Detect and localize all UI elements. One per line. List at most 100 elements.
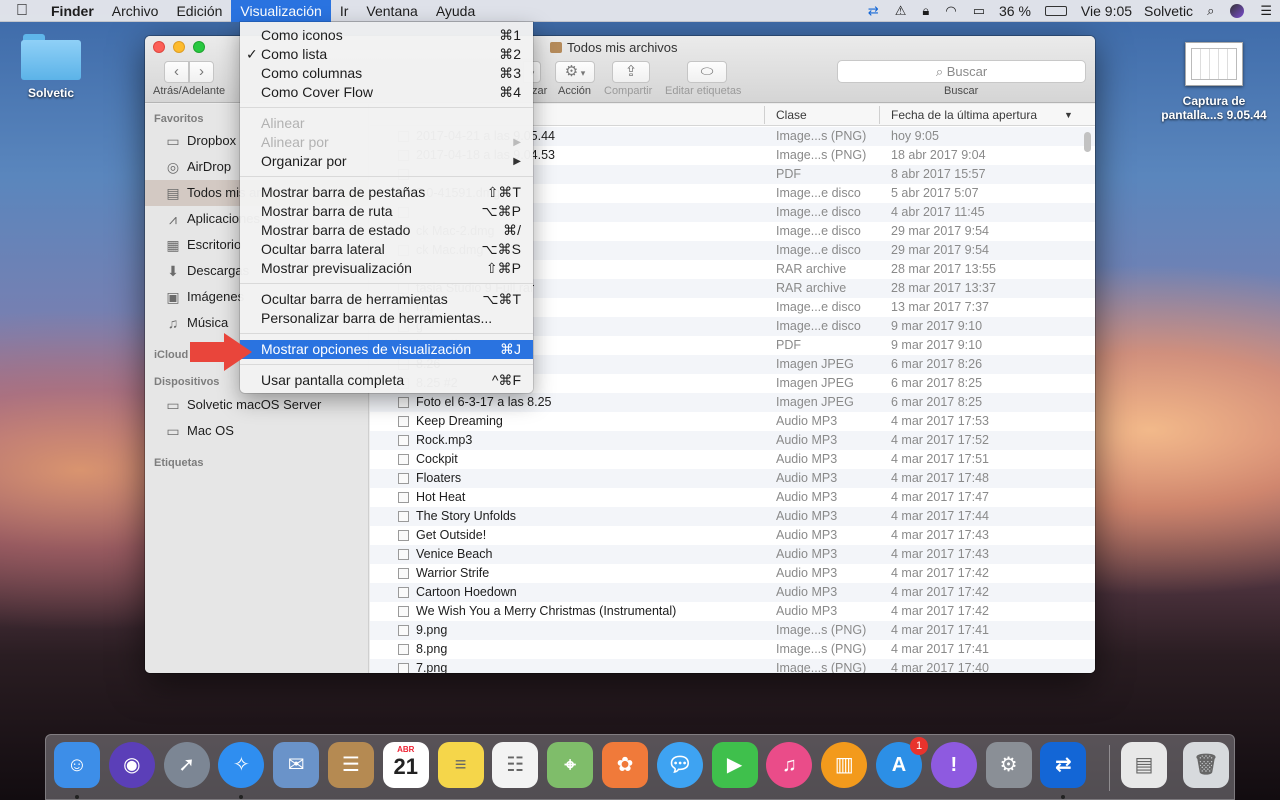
table-row[interactable]: Foto el 6-3-17 a las 8.25 Imagen JPEG 6 ma…	[370, 393, 1095, 412]
calendar-icon[interactable]: ABR 21	[382, 742, 429, 788]
file-icon	[398, 587, 409, 598]
wifi-icon[interactable]: ◠	[945, 3, 956, 19]
file-kind: Image...e disco	[776, 243, 861, 257]
scrollbar[interactable]	[1084, 132, 1091, 152]
menu-item-label: Alinear por	[261, 134, 329, 150]
menu-item-shortcut: ^⌘F	[491, 372, 521, 388]
menu-item[interactable]: Usar pantalla completa ^⌘F	[240, 371, 533, 390]
photos-icon[interactable]: ✿	[602, 742, 648, 788]
menu-item[interactable]: Como Cover Flow ⌘4	[240, 83, 533, 102]
table-row[interactable]: Venice Beach Audio MP3 4 mar 2017 17:43	[370, 545, 1095, 564]
menu-item[interactable]: Mostrar barra de estado ⌘/	[240, 221, 533, 240]
search-icon[interactable]: ⌕	[1207, 3, 1214, 19]
menu-finder[interactable]: Finder	[42, 0, 103, 22]
itunes-icon[interactable]: ♫	[766, 742, 813, 788]
file-date: 4 mar 2017 17:47	[891, 490, 989, 504]
back-button[interactable]: ‹	[164, 61, 189, 83]
reminders-icon[interactable]: ☷	[492, 742, 539, 788]
menu-archivo[interactable]: Archivo	[103, 0, 168, 22]
action-button[interactable]: ⚙ ▾	[555, 61, 595, 83]
search-field[interactable]: ⌕ Buscar	[837, 60, 1086, 83]
menu-item[interactable]: Ocultar barra lateral ⌥⌘S	[240, 240, 533, 259]
menu-item[interactable]: Mostrar barra de pestañas ⇧⌘T	[240, 183, 533, 202]
menu-item[interactable]: Como iconos ⌘1	[240, 26, 533, 45]
minimize-button[interactable]	[173, 41, 185, 53]
table-row[interactable]: Cockpit Audio MP3 4 mar 2017 17:51	[370, 450, 1095, 469]
messages-icon[interactable]: 💬︎	[656, 742, 703, 788]
user-name[interactable]: Solvetic	[1144, 3, 1193, 19]
teamviewer-icon[interactable]: ⇄	[1040, 742, 1087, 788]
table-row[interactable]: Cartoon Hoedown Audio MP3 4 mar 2017 17:42	[370, 583, 1095, 602]
zoom-button[interactable]	[193, 41, 205, 53]
menu-item-shortcut: ⌘2	[499, 46, 521, 62]
maps-icon[interactable]: ⌖	[547, 742, 594, 788]
menu-edicion[interactable]: Edición	[167, 0, 231, 22]
mail-icon[interactable]: ✉	[273, 742, 320, 788]
forward-button[interactable]: ›	[189, 61, 214, 83]
sidebar-item-solvetic-macos-server[interactable]: ▭ Solvetic macOS Server	[145, 392, 369, 418]
menu-item[interactable]: Mostrar previsualización ⇧⌘P	[240, 259, 533, 278]
downloads-stack-icon[interactable]: ▤	[1121, 742, 1167, 788]
system-preferences-icon[interactable]: ⚙	[985, 742, 1032, 788]
menu-item[interactable]: ✓ Como lista ⌘2	[240, 45, 533, 64]
file-date: 9 mar 2017 9:10	[891, 319, 983, 333]
desktop-folder-solvetic[interactable]: Solvetic	[10, 34, 92, 100]
menu-item-label: Mostrar opciones de visualización	[261, 341, 472, 357]
search-icon: ⌕	[935, 64, 947, 79]
launchpad-icon[interactable]: ➚	[163, 742, 210, 788]
menu-item[interactable]: Mostrar opciones de visualización ⌘J	[240, 340, 533, 359]
menu-ayuda[interactable]: Ayuda	[427, 0, 484, 22]
table-row[interactable]: Hot Heat Audio MP3 4 mar 2017 17:47	[370, 488, 1095, 507]
desktop-screenshot-file[interactable]: Captura de pantalla...s 9.05.44	[1150, 42, 1278, 122]
sidebar-item-mac-os[interactable]: ▭ Mac OS	[145, 418, 369, 444]
airplay-icon[interactable]: ▭	[973, 3, 985, 19]
finder-icon[interactable]: ☺	[54, 742, 100, 788]
feedback-icon[interactable]: !	[930, 742, 977, 788]
menu-separator	[240, 283, 533, 284]
menu-item[interactable]: Ocultar barra de herramientas ⌥⌘T	[240, 290, 533, 309]
safari-icon[interactable]: ✧	[218, 742, 265, 788]
table-row[interactable]: Warrior Strife Audio MP3 4 mar 2017 17:42	[370, 564, 1095, 583]
table-row[interactable]: Floaters Audio MP3 4 mar 2017 17:48	[370, 469, 1095, 488]
siri-icon[interactable]	[1230, 4, 1245, 18]
file-name: We Wish You a Merry Christmas (Instrumen…	[416, 604, 677, 618]
warning-icon[interactable]: ⚠	[895, 3, 907, 19]
ibooks-icon[interactable]: ▥	[821, 742, 868, 788]
table-row[interactable]: Rock.mp3 Audio MP3 4 mar 2017 17:52	[370, 431, 1095, 450]
clock[interactable]: Vie 9:05	[1081, 3, 1132, 19]
table-row[interactable]: 8.png Image...s (PNG) 4 mar 2017 17:41	[370, 640, 1095, 659]
table-row[interactable]: Get Outside! Audio MP3 4 mar 2017 17:43	[370, 526, 1095, 545]
table-row[interactable]: 7.png Image...s (PNG) 4 mar 2017 17:40	[370, 659, 1095, 673]
menu-ir[interactable]: Ir	[331, 0, 358, 22]
column-kind[interactable]: Clase	[776, 108, 807, 122]
server-icon: ▭	[166, 397, 180, 413]
facetime-icon[interactable]: ▶	[711, 742, 758, 788]
menu-item[interactable]: Personalizar barra de herramientas...	[240, 309, 533, 328]
menu-item[interactable]: Mostrar barra de ruta ⌥⌘P	[240, 202, 533, 221]
apple-icon[interactable]: 	[0, 0, 42, 22]
chevron-down-icon[interactable]: ▼	[1064, 110, 1073, 120]
notes-icon[interactable]: ≡	[437, 742, 484, 788]
notifications-icon[interactable]: ☰	[1260, 3, 1272, 19]
contacts-icon[interactable]: ☰	[328, 742, 374, 788]
window-title-text: Todos mis archivos	[567, 40, 678, 55]
table-row[interactable]: Keep Dreaming Audio MP3 4 mar 2017 17:53	[370, 412, 1095, 431]
trash-icon[interactable]: 🗑︎	[1183, 742, 1229, 788]
siri-icon[interactable]: ◉	[108, 742, 155, 788]
menu-item[interactable]: Como columnas ⌘3	[240, 64, 533, 83]
battery-icon[interactable]	[1044, 6, 1067, 16]
lock-icon[interactable]: 🔒︎	[922, 3, 929, 19]
battery-percentage[interactable]: 36 %	[999, 3, 1031, 19]
table-row[interactable]: The Story Unfolds Audio MP3 4 mar 2017 17:…	[370, 507, 1095, 526]
menu-item-shortcut: ⌥⌘P	[481, 203, 521, 219]
menu-visualizacion[interactable]: Visualización	[231, 0, 331, 22]
table-row[interactable]: We Wish You a Merry Christmas (Instrumen…	[370, 602, 1095, 621]
close-button[interactable]	[153, 41, 165, 53]
menu-item[interactable]: Organizar por ▶	[240, 152, 533, 171]
menu-ventana[interactable]: Ventana	[357, 0, 426, 22]
column-last-opened[interactable]: Fecha de la última apertura	[891, 108, 1037, 122]
edit-tags-button[interactable]: ⬭	[687, 61, 727, 83]
share-button[interactable]: ⇪	[612, 61, 650, 83]
table-row[interactable]: 9.png Image...s (PNG) 4 mar 2017 17:41	[370, 621, 1095, 640]
teamviewer-icon[interactable]: ⇄	[868, 3, 879, 19]
